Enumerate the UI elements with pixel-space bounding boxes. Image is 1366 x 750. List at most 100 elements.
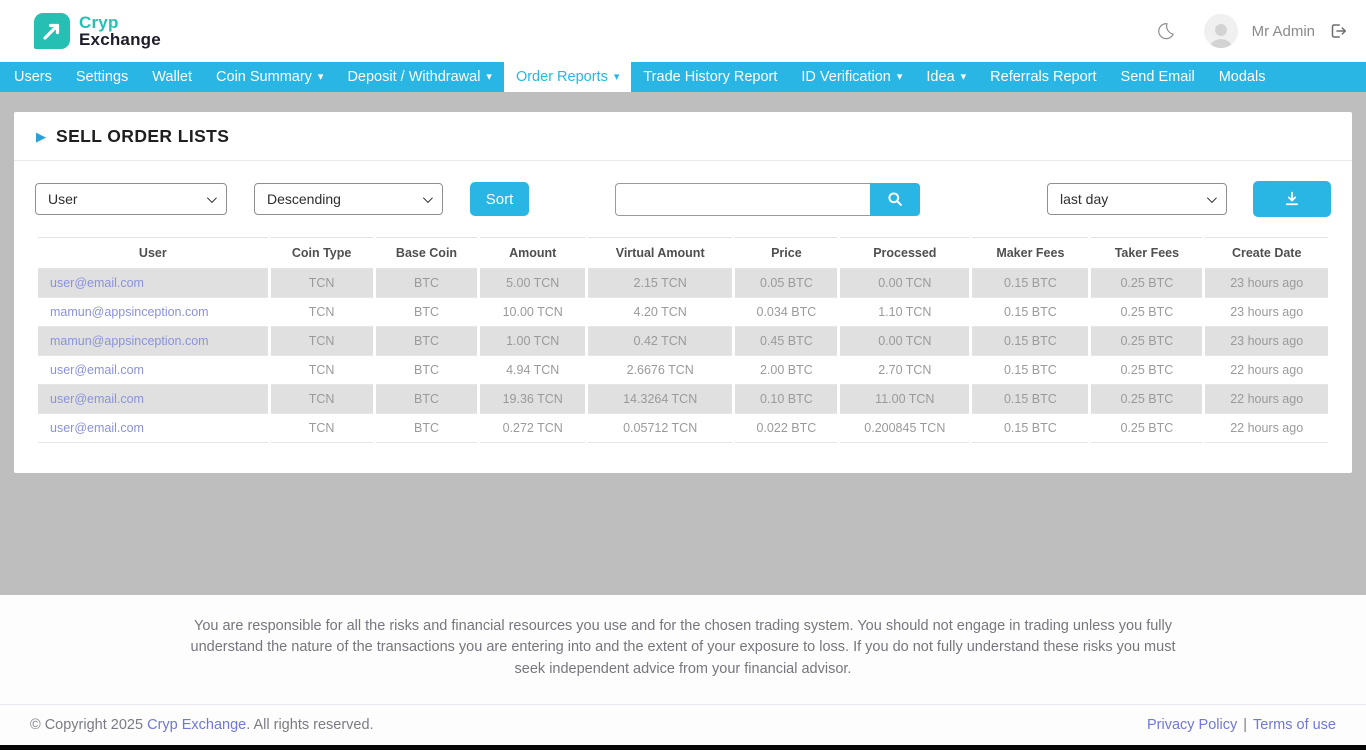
nav-item-modals[interactable]: Modals [1207,62,1278,92]
user-email-link[interactable]: user@email.com [50,276,144,290]
cell-amount: 10.00 TCN [480,298,585,327]
cell-taker-fees: 0.25 BTC [1091,298,1203,327]
nav-item-settings[interactable]: Settings [64,62,140,92]
brand-name: Cryp Exchange [79,14,161,48]
cell-virtual-amount: 4.20 TCN [587,298,733,327]
cell-coin-type: TCN [270,327,373,356]
user-email-link[interactable]: user@email.com [50,421,144,435]
nav-label: Send Email [1120,69,1195,85]
sort-direction-select[interactable]: Descending [254,183,443,215]
col-header-virtual-amount: Virtual Amount [587,237,733,269]
privacy-policy-link[interactable]: Privacy Policy [1147,717,1237,733]
cell-base-coin: BTC [375,298,478,327]
col-header-amount: Amount [480,237,585,269]
copyright-brand-link[interactable]: Cryp Exchange [147,717,246,733]
nav-item-idea[interactable]: Idea ▾ [914,62,978,92]
cell-user: mamun@appsinception.com [38,298,268,327]
cell-taker-fees: 0.25 BTC [1091,385,1203,414]
nav-item-users[interactable]: Users [2,62,64,92]
nav-item-send-email[interactable]: Send Email [1109,62,1207,92]
nav-label: Deposit / Withdrawal [347,69,481,85]
play-triangle-icon: ▶ [36,129,46,144]
nav-item-trade-history-report[interactable]: Trade History Report [631,62,789,92]
search-icon [887,191,903,207]
user-email-link[interactable]: user@email.com [50,392,144,406]
cell-amount: 4.94 TCN [480,356,585,385]
cell-base-coin: BTC [375,356,478,385]
download-button[interactable] [1253,181,1331,217]
copyright-suffix: . All rights reserved. [246,717,374,733]
cell-virtual-amount: 2.15 TCN [587,269,733,298]
logout-button[interactable] [1329,22,1348,40]
user-menu[interactable]: Mr Admin [1252,23,1315,40]
orders-table: User Coin Type Base Coin Amount Virtual … [35,237,1331,443]
nav-label: Modals [1218,69,1266,85]
main-content: ▶ SELL ORDER LISTS User Descending Sort [0,92,1366,595]
cell-price: 0.034 BTC [735,298,838,327]
cell-base-coin: BTC [375,269,478,298]
cell-amount: 5.00 TCN [480,269,585,298]
caret-down-icon: ▾ [486,71,492,83]
nav-label: ID Verification [801,69,891,85]
nav-item-coin-summary[interactable]: Coin Summary ▾ [204,62,335,92]
cell-create-date: 22 hours ago [1205,356,1328,385]
search-input[interactable] [615,182,870,216]
cell-amount: 19.36 TCN [480,385,585,414]
cell-coin-type: TCN [270,356,373,385]
brand-logo[interactable]: Cryp Exchange [34,13,161,49]
dark-mode-toggle[interactable] [1156,21,1176,41]
cell-maker-fees: 0.15 BTC [972,414,1089,443]
col-header-user: User [38,237,268,269]
cell-create-date: 23 hours ago [1205,298,1328,327]
cell-coin-type: TCN [270,269,373,298]
nav-item-id-verification[interactable]: ID Verification ▾ [789,62,914,92]
chevron-down-icon [206,192,217,203]
footer-links: Privacy Policy | Terms of use [1147,717,1336,733]
cell-maker-fees: 0.15 BTC [972,298,1089,327]
download-icon [1284,191,1300,207]
date-range-select[interactable]: last day [1047,183,1227,215]
search-button[interactable] [870,182,920,216]
sort-field-select[interactable]: User [35,183,227,215]
cell-maker-fees: 0.15 BTC [972,356,1089,385]
sort-button[interactable]: Sort [470,182,529,216]
user-email-link[interactable]: user@email.com [50,363,144,377]
caret-down-icon: ▾ [317,71,324,83]
nav-item-referrals-report[interactable]: Referrals Report [978,62,1108,92]
cell-virtual-amount: 2.6676 TCN [587,356,733,385]
table-row: mamun@appsinception.com TCN BTC 1.00 TCN… [38,327,1328,356]
cell-create-date: 22 hours ago [1205,385,1328,414]
cell-coin-type: TCN [270,385,373,414]
cell-coin-type: TCN [270,414,373,443]
cell-coin-type: TCN [270,298,373,327]
chevron-down-icon [422,192,433,203]
cell-price: 0.45 BTC [735,327,838,356]
brand-name-bottom: Exchange [79,30,161,49]
cell-base-coin: BTC [375,385,478,414]
main-nav: Users Settings Wallet Coin Summary ▾ Depo… [0,62,1366,92]
cell-processed: 1.10 TCN [840,298,970,327]
bottom-strip [0,745,1366,750]
page-title: SELL ORDER LISTS [56,126,230,146]
user-email-link[interactable]: mamun@appsinception.com [50,305,209,319]
cell-virtual-amount: 0.42 TCN [587,327,733,356]
nav-item-wallet[interactable]: Wallet [140,62,204,92]
col-header-create-date: Create Date [1205,237,1328,269]
col-header-processed: Processed [840,237,970,269]
caret-down-icon: ▾ [896,71,903,83]
caret-down-icon: ▾ [960,71,967,83]
top-header: Cryp Exchange Mr Admin [0,0,1366,62]
nav-item-deposit-withdrawal[interactable]: Deposit / Withdrawal ▾ [335,62,504,92]
cell-taker-fees: 0.25 BTC [1091,356,1203,385]
nav-label: Users [14,69,52,85]
nav-label: Trade History Report [643,69,778,85]
cell-taker-fees: 0.25 BTC [1091,414,1203,443]
copyright-text: © Copyright 2025 Cryp Exchange. All righ… [30,717,374,733]
user-email-link[interactable]: mamun@appsinception.com [50,334,209,348]
cell-processed: 0.00 TCN [840,269,970,298]
col-header-base-coin: Base Coin [375,237,478,269]
avatar[interactable] [1203,14,1238,48]
terms-of-use-link[interactable]: Terms of use [1253,717,1336,733]
nav-item-order-reports[interactable]: Order Reports ▾ [503,62,632,92]
filter-toolbar: User Descending Sort last day [14,161,1352,223]
